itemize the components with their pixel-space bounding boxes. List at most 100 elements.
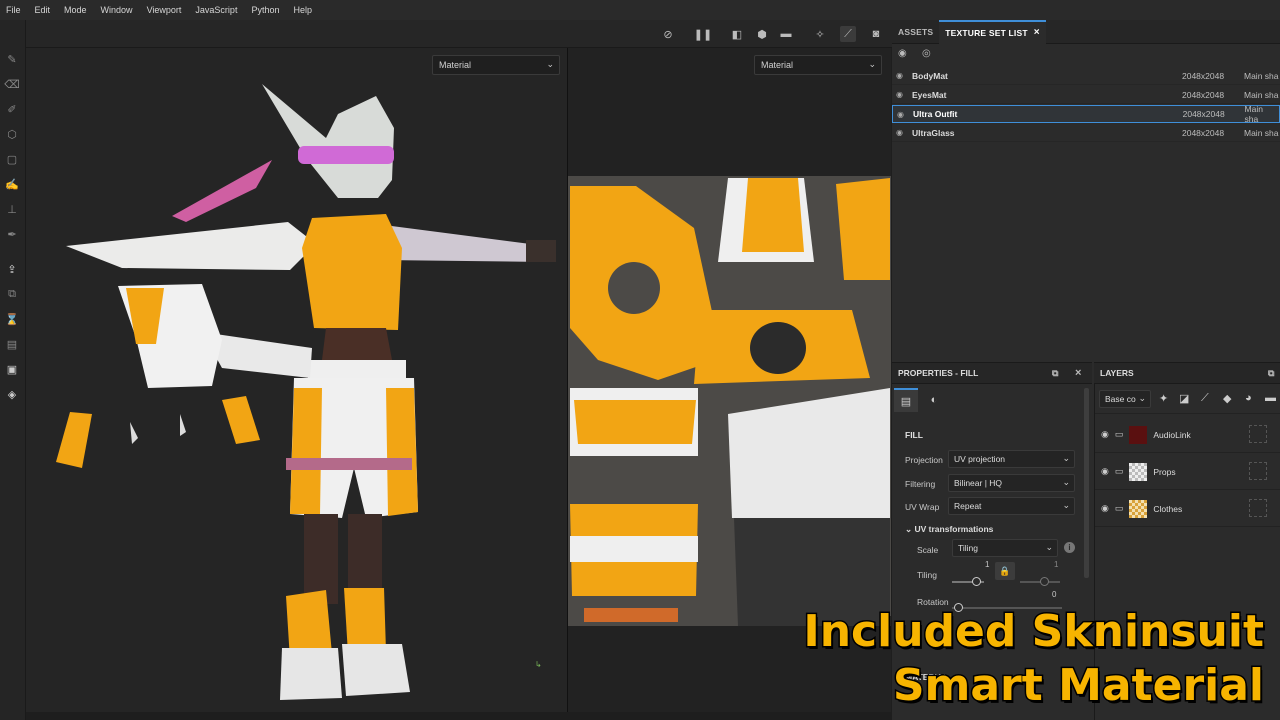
texture-set-resolution: 2048x2048: [1182, 109, 1225, 119]
filtering-select[interactable]: Bilinear | HQ ⌄: [948, 474, 1075, 492]
texture-set-resolution: 2048x2048: [1182, 89, 1225, 100]
menu-mode[interactable]: Mode: [64, 5, 87, 15]
folder-icon: ▭: [1114, 466, 1124, 476]
uv-wrap-select[interactable]: Repeat ⌄: [948, 497, 1075, 515]
folder-icon: ▭: [1114, 503, 1124, 513]
eraser-icon[interactable]: ⌫: [4, 77, 20, 91]
fill-tab-icon[interactable]: ▤: [894, 388, 918, 412]
material-tab-icon[interactable]: ◐: [922, 388, 946, 412]
projection-value: UV projection: [954, 454, 1006, 464]
eye-icon[interactable]: ◉: [896, 71, 910, 80]
folder-icon[interactable]: ▬: [1265, 392, 1276, 404]
viewport-3d[interactable]: Material ⌄ ↳: [26, 48, 567, 712]
geometry-mask-icon[interactable]: ⬡: [5, 127, 19, 141]
camera-video-icon[interactable]: ▬: [778, 26, 794, 42]
eye-icon[interactable]: ◉: [896, 128, 910, 137]
layer-row[interactable]: ◉ ▭ Clothes: [1095, 491, 1280, 527]
layer-thumbnail: [1129, 425, 1148, 444]
eye-icon[interactable]: ◎: [922, 48, 931, 59]
texture-set-name: UltraGlass: [912, 127, 955, 138]
tiling-b-value: 1: [1054, 560, 1059, 569]
tab-texture-set-list[interactable]: TEXTURE SET LIST ×: [939, 19, 1046, 44]
tiling-slider-b-handle[interactable]: [1040, 577, 1049, 586]
tool-sidebar: ✎ ⌫ ✐ ⬡ ▢ ✍ ⊥ ✒ ⇪ ⧉ ⌛ ▤ ▣ ◈: [0, 20, 26, 720]
menu-file[interactable]: File: [6, 5, 21, 15]
layer-row[interactable]: ◉ ▭ AudioLink: [1095, 417, 1280, 453]
fill-section-title: FILL: [905, 430, 923, 440]
texture-set-row-selected[interactable]: ◉ Ultra Outfit 2048x2048 Main sha: [892, 104, 1280, 124]
eye-icon[interactable]: ◉: [1101, 429, 1109, 440]
filtering-label: Filtering: [905, 479, 936, 489]
layer-mask-slot[interactable]: [1249, 462, 1267, 480]
clone-stamp-icon[interactable]: ⊥: [5, 202, 19, 216]
layer-row[interactable]: ◉ ▭ Props: [1095, 454, 1280, 490]
tiling-slider-a-handle[interactable]: [972, 577, 981, 586]
document-icon[interactable]: ▣: [5, 362, 19, 376]
eye-icon[interactable]: ◉: [896, 90, 910, 99]
lock-icon[interactable]: 🔒: [995, 562, 1015, 580]
menu-help[interactable]: Help: [293, 5, 312, 15]
eye-icon[interactable]: ◉: [897, 110, 911, 119]
properties-scrollbar[interactable]: [1084, 388, 1089, 578]
visibility-toggle-icon[interactable]: ◉: [898, 48, 907, 59]
cube-icon[interactable]: ◈: [5, 387, 19, 401]
uv-wrap-label: UV Wrap: [905, 502, 940, 512]
projection-select[interactable]: UV projection ⌄: [948, 450, 1075, 468]
layers-toolbar: Base co ⌄ ✦ ◪ ⟋ ◆ ◕ ▬: [1095, 384, 1280, 414]
display-settings-icon[interactable]: ⌛: [5, 312, 19, 326]
blend-channel-select[interactable]: Base co ⌄: [1099, 390, 1151, 408]
material-ball-icon[interactable]: ◕: [1245, 392, 1252, 404]
character-model: [56, 84, 556, 700]
menu-edit[interactable]: Edit: [35, 5, 51, 15]
eye-icon[interactable]: ◉: [1101, 466, 1109, 477]
paint-layer-icon[interactable]: ⟋: [1201, 392, 1209, 405]
camera-icon[interactable]: ◙: [868, 26, 884, 42]
texture-set-row[interactable]: ◉ BodyMat 2048x2048 Main sha: [892, 67, 1280, 85]
popout-icon[interactable]: ⧉: [1268, 368, 1274, 379]
paint-brush-icon[interactable]: ✎: [5, 52, 19, 66]
split-view-icon[interactable]: ◧: [729, 26, 745, 42]
menu-javascript[interactable]: JavaScript: [195, 5, 237, 15]
fill-layer-icon[interactable]: ◆: [1223, 392, 1231, 405]
layer-name: Props: [1153, 466, 1176, 477]
polygon-fill-icon[interactable]: ▢: [5, 152, 19, 166]
texture-set-row[interactable]: ◉ UltraGlass 2048x2048 Main sha: [892, 124, 1280, 142]
hide-icon[interactable]: ⊘: [660, 26, 676, 42]
pause-icon[interactable]: ❚❚: [694, 26, 712, 42]
smudge-icon[interactable]: ✍: [5, 177, 19, 191]
layer-mask-slot[interactable]: [1249, 425, 1267, 443]
close-icon[interactable]: ×: [1075, 367, 1081, 379]
tab-assets[interactable]: ASSETS: [892, 20, 939, 44]
lighting-icon[interactable]: ✧: [812, 26, 828, 42]
bake-icon[interactable]: ⧉: [5, 287, 19, 301]
brush-mode-icon[interactable]: ⟋: [840, 26, 856, 42]
scale-select[interactable]: Tiling ⌄: [952, 539, 1058, 557]
eye-icon[interactable]: ◉: [1101, 503, 1109, 514]
texture-set-name: BodyMat: [912, 70, 948, 81]
color-picker-icon[interactable]: ✒: [5, 227, 19, 241]
popout-icon[interactable]: ⧉: [1052, 368, 1058, 379]
info-icon[interactable]: i: [1064, 542, 1075, 553]
menu-window[interactable]: Window: [101, 5, 133, 15]
uv-transformations-label: UV transformations: [914, 524, 994, 534]
chevron-down-icon: ⌄: [1138, 393, 1146, 403]
texture-set-shader: Main sha: [1244, 70, 1279, 81]
layer-mask-slot[interactable]: [1249, 499, 1267, 517]
texture-set-name: EyesMat: [912, 89, 947, 100]
magic-wand-icon[interactable]: ✦: [1159, 392, 1168, 405]
texture-set-row[interactable]: ◉ EyesMat 2048x2048 Main sha: [892, 86, 1280, 104]
properties-title: PROPERTIES - FILL: [898, 368, 979, 378]
menu-python[interactable]: Python: [251, 5, 279, 15]
scale-value: Tiling: [958, 543, 978, 553]
axis-gizmo-icon: ↳: [535, 660, 542, 669]
layers-header: LAYERS ⧉: [1094, 362, 1280, 384]
cube-view-icon[interactable]: ⬢: [754, 26, 770, 42]
uv-transformations-toggle[interactable]: ⌄ UV transformations: [905, 524, 993, 535]
projection-icon[interactable]: ✐: [5, 102, 19, 116]
shader-settings-icon[interactable]: ▤: [5, 337, 19, 351]
chevron-down-icon: ⌄: [1045, 542, 1053, 552]
export-icon[interactable]: ⇪: [5, 262, 19, 276]
close-icon[interactable]: ×: [1034, 27, 1040, 38]
menu-viewport[interactable]: Viewport: [147, 5, 182, 15]
mask-icon[interactable]: ◪: [1179, 392, 1189, 405]
